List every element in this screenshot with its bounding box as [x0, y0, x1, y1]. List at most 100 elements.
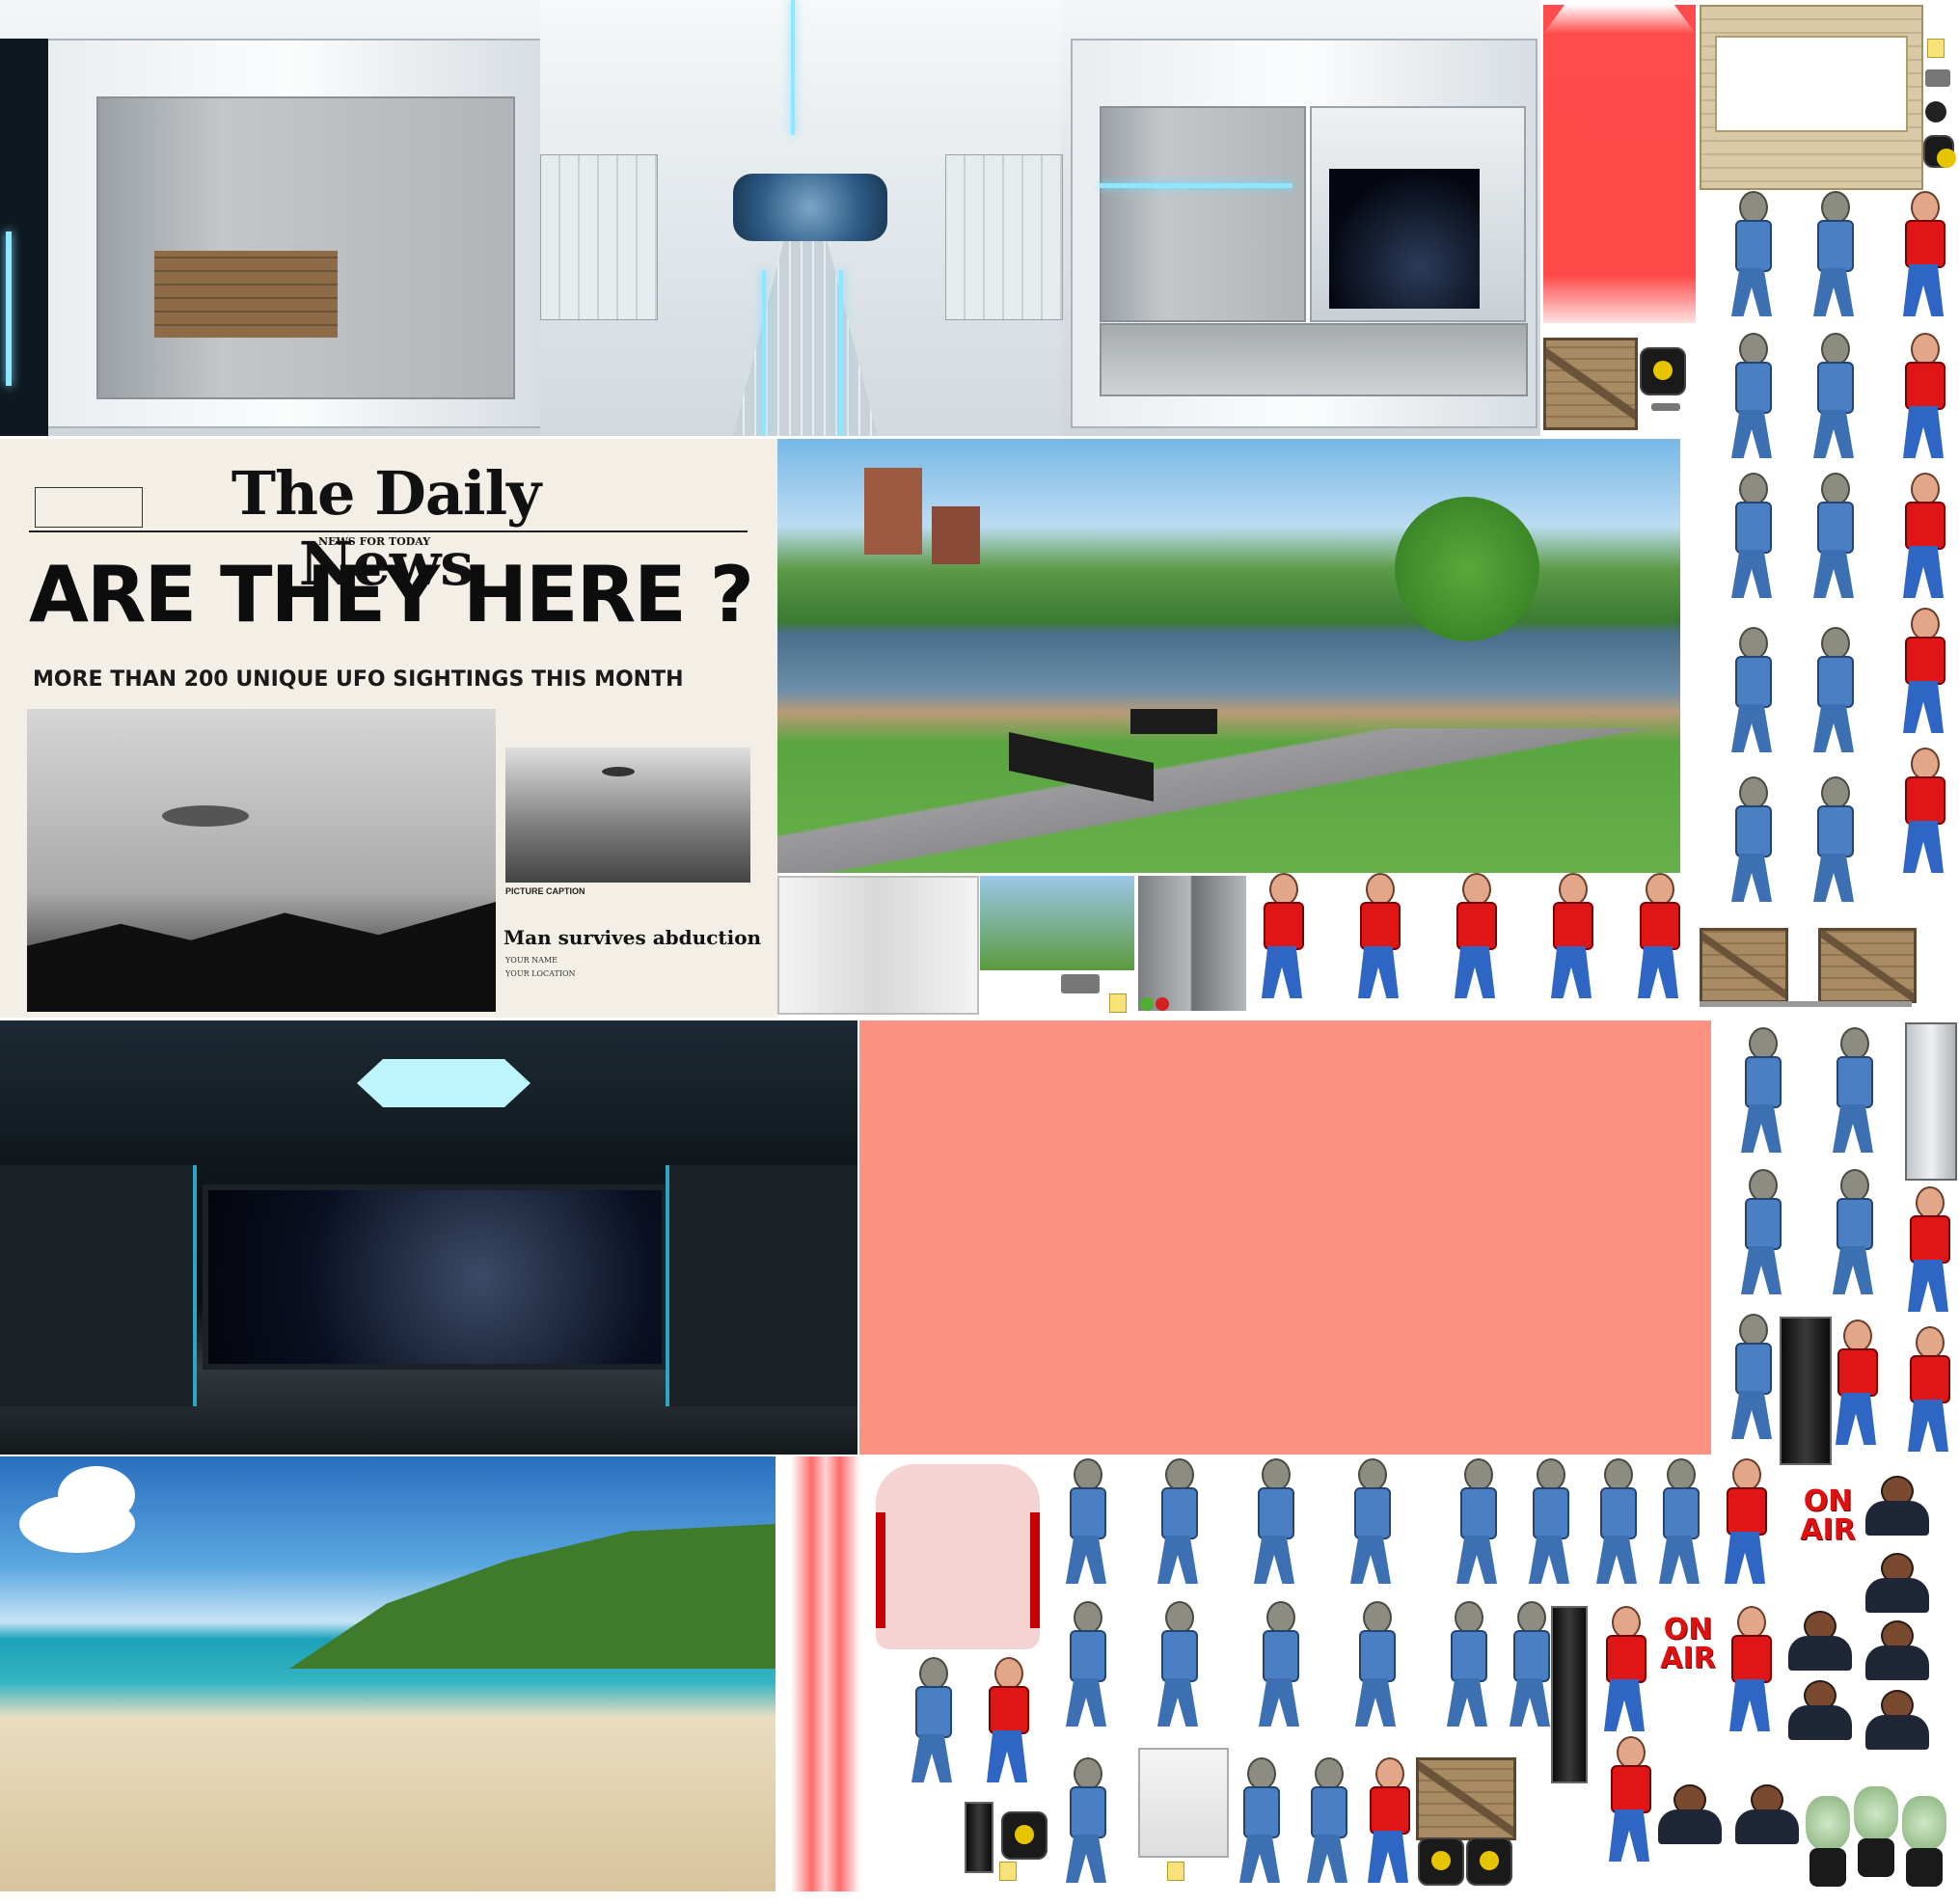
alien-walk-frame: [1437, 1601, 1495, 1736]
man-walk-frame: [1828, 1319, 1886, 1445]
pink-card-sprite: [876, 1464, 1040, 1649]
alien-walk-frame: [1649, 1458, 1707, 1593]
man-walk-frame: [1895, 333, 1953, 458]
man-walk-frame: [1717, 1458, 1775, 1584]
news-anchor-sprite: [1731, 1784, 1803, 1844]
sticky-note-icon: [1109, 993, 1127, 1013]
man-walk-frame: [1596, 1606, 1654, 1731]
man-walk-frame: [1895, 608, 1953, 733]
alien-walk-frame: [1056, 1458, 1114, 1593]
park-tree: [1395, 497, 1539, 641]
potted-plant-icon: [1902, 1796, 1946, 1889]
news-anchor-sprite: [1784, 1680, 1856, 1740]
city-building: [932, 506, 980, 564]
alien-walk-frame: [1804, 191, 1862, 326]
sticky-note-icon: [1927, 39, 1945, 58]
lower-counter: [1100, 323, 1528, 396]
starfield-window: [203, 1184, 667, 1370]
pan-icon: [1925, 101, 1946, 122]
man-walk-frame: [1900, 1326, 1958, 1452]
radio-icon: [1925, 69, 1950, 87]
alien-walk-frame: [1731, 1027, 1789, 1162]
green-orb-icon: [1140, 997, 1154, 1011]
wooden-crate-icon: [1543, 338, 1638, 430]
alien-walk-frame: [1341, 1458, 1399, 1593]
alien-walk-frame: [1722, 333, 1780, 468]
tropical-beach-background: [0, 1456, 775, 1891]
alien-walk-frame: [1823, 1027, 1881, 1162]
alien-walk-frame: [1056, 1601, 1114, 1736]
man-walk-frame: [1350, 873, 1408, 998]
ceiling-light: [791, 0, 795, 135]
dark-monolith-sprite: [1780, 1317, 1832, 1465]
news-anchor-sprite: [1784, 1611, 1856, 1671]
floor-light-left: [762, 270, 766, 436]
green-hill: [289, 1524, 775, 1669]
left-bulkhead: [0, 1165, 197, 1406]
photo-caption: PICTURE CAPTION: [505, 886, 585, 896]
alien-walk-frame: [1346, 1601, 1403, 1736]
sticky-note-icon: [999, 1862, 1017, 1881]
wooden-notice-board: [1700, 5, 1923, 190]
dark-spaceship-interior-background: [0, 1020, 857, 1455]
shelf-rail: [1700, 1001, 1912, 1007]
metal-pillar-sprite: [1905, 1022, 1957, 1181]
alien-walk-frame: [1519, 1458, 1577, 1593]
wooden-crate-icon: [1818, 928, 1917, 1003]
man-walk-frame: [1601, 1736, 1659, 1862]
alien-walk-frame: [1722, 627, 1780, 762]
floor-light-right: [839, 270, 843, 436]
alien-walk-frame: [1804, 473, 1862, 608]
alien-walk-frame: [1804, 776, 1862, 911]
newspaper-headline: ARE THEY HERE ?: [29, 550, 754, 639]
metal-cabinet: [1100, 106, 1306, 322]
red-orb-icon: [1156, 997, 1169, 1011]
alien-walk-frame: [1297, 1757, 1355, 1892]
alien-walk-frame: [1823, 1169, 1881, 1304]
potted-plant-icon: [1854, 1786, 1898, 1879]
park-lake-background: [777, 439, 1680, 873]
city-building: [864, 468, 922, 555]
story-byline-2: YOUR LOCATION: [505, 969, 576, 978]
man-walk-frame: [979, 1657, 1037, 1782]
asteroid-window: [733, 174, 887, 241]
closed-fridge-sprite: [1138, 876, 1246, 1011]
alien-walk-frame: [1731, 1169, 1789, 1304]
alien-walk-frame: [1722, 776, 1780, 911]
open-fridge-food-sprite: [1138, 1748, 1229, 1858]
park-bench-far: [1130, 709, 1217, 734]
salmon-color-swatch: [859, 1020, 1711, 1455]
man-walk-frame: [1543, 873, 1601, 998]
alien-walk-frame: [1244, 1458, 1302, 1593]
left-room-wall: [96, 96, 515, 399]
alien-walk-frame: [1230, 1757, 1288, 1892]
on-air-sign: ON AIR: [1660, 1613, 1716, 1675]
alien-walk-frame: [1148, 1458, 1206, 1593]
news-anchor-sprite: [1862, 1553, 1933, 1613]
hazard-barrel-icon: [1640, 347, 1686, 395]
news-anchor-sprite: [1862, 1476, 1933, 1536]
newspaper-ear-box: [35, 487, 143, 528]
news-anchor-sprite: [1862, 1620, 1933, 1680]
hazard-barrel-icon: [1001, 1811, 1048, 1860]
man-walk-frame: [1900, 1186, 1958, 1312]
alien-walk-frame: [1056, 1757, 1114, 1892]
red-gradient-strip: [791, 1456, 860, 1891]
cabinet-light: [1100, 183, 1292, 188]
alien-walk-frame: [1249, 1601, 1307, 1736]
news-anchor-sprite: [1862, 1690, 1933, 1750]
news-anchor-sprite: [1654, 1784, 1726, 1844]
park-path: [777, 728, 1680, 873]
alien-walk-frame: [1500, 1601, 1558, 1736]
man-walk-frame: [1360, 1757, 1418, 1883]
story-title: Man survives abduction: [503, 926, 762, 949]
masthead-rule: [29, 530, 748, 532]
ufo-icon: [602, 767, 635, 776]
wooden-crate-icon: [1700, 928, 1788, 1003]
hazard-barrel-icon: [1466, 1837, 1512, 1886]
on-air-sign: ON AIR: [1800, 1484, 1856, 1547]
newspaper-subhead: NEWS FOR TODAY: [318, 535, 431, 548]
alien-walk-frame: [1722, 1314, 1780, 1449]
man-walk-frame: [1447, 873, 1505, 998]
tree-silhouette: [27, 902, 496, 1012]
